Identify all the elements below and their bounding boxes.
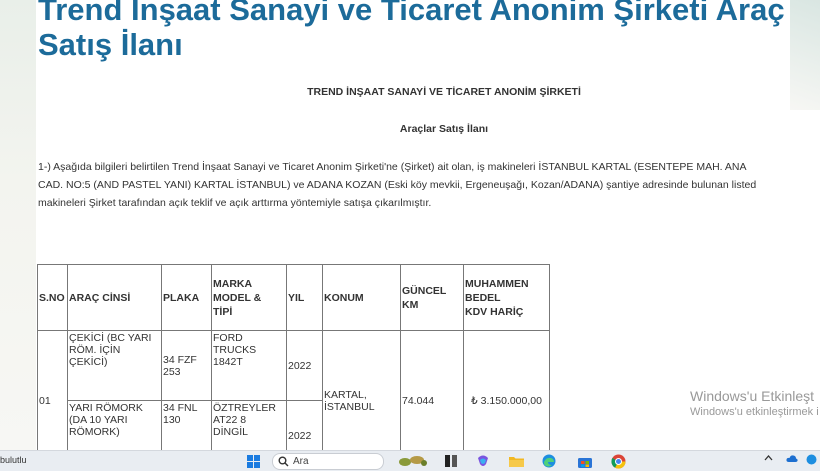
edge-tray[interactable] [806,454,817,467]
header-muhammen-bedel: MUHAMMEN BEDEL KDV HARİÇ [463,264,550,331]
copilot-button[interactable] [474,453,492,469]
header-plaka: PLAKA [161,264,212,331]
cell-line: RÖMORK) [69,426,120,438]
cell-line: YARI RÖMORK [69,402,143,414]
edge-browser-button[interactable] [540,453,558,469]
file-explorer-button[interactable] [507,453,525,469]
page-title: Trend İnşaat Sanayi ve Ticaret Anonim Şi… [38,0,820,62]
header-konum: KONUM [322,264,401,331]
cell-line: RÖM. İÇİN [69,344,121,356]
paragraph-line: 1-) Aşağıda bilgileri belirtilen Trend İ… [38,161,747,173]
search-highlight-icon[interactable] [396,453,430,469]
header-guncel-line: GÜNCEL [402,284,447,297]
cell-arac-cinsi: YARI RÖMORK (DA 10 YARI RÖMORK) [67,400,162,450]
header-yil: YIL [286,264,323,331]
cell-line: 34 FNL [163,402,198,414]
header-marka-line: TİPİ [213,305,233,318]
decorative-left-background [0,0,36,450]
header-bedel-line: MUHAMMEN [465,277,529,290]
cell-sno: 01 [37,330,68,450]
windows-logo-icon [246,454,260,468]
weather-widget[interactable]: bulutlu [0,455,27,465]
watermark-line: Windows'u etkinleştirmek i [690,406,819,418]
cell-line: AT22 8 [213,414,247,426]
header-marka: MARKA MODEL & TİPİ [211,264,287,331]
cell-line: FORD [213,332,243,344]
cell-yil: 2022 [286,330,323,401]
cell-line: DİNGİL [213,426,249,438]
header-bedel-line: BEDEL [465,291,501,304]
cell-line: (DA 10 YARI [69,414,128,426]
browser-tray-icon [806,454,817,465]
chrome-browser-button[interactable] [608,453,628,469]
cell-line: 34 FZF [163,353,197,366]
cell-line: TRUCKS [213,344,257,356]
cell-marka: FORD TRUCKS 1842T [211,330,287,401]
announcement-paragraph: 1-) Aşağıda bilgileri belirtilen Trend İ… [38,158,820,212]
cell-plaka: 34 FZF 253 [161,330,212,401]
cell-plaka: 34 FNL 130 [161,400,212,450]
store-icon [578,457,592,468]
vehicle-table: S.NO ARAÇ CİNSİ PLAKA MARKA MODEL & TİPİ… [37,264,550,450]
web-page: Trend İnşaat Sanayi ve Ticaret Anonim Şi… [0,0,820,450]
cell-line: ÇEKİCİ) [69,356,108,368]
cell-line: 253 [163,365,181,378]
watermark-line: Windows'u Etkinleşt [690,388,815,404]
copilot-icon [478,455,488,466]
cell-marka: ÖZTREYLER AT22 8 DİNGİL [211,400,287,450]
task-view-icon [445,455,457,467]
cell-km: 74.044 [400,330,464,450]
search-highlight-art-icon [399,456,427,466]
onedrive-tray[interactable] [786,454,798,465]
table-header-row: S.NO ARAÇ CİNSİ PLAKA MARKA MODEL & TİPİ… [37,264,550,331]
page-title-line2: Satış İlanı [38,27,183,62]
windows-activation-watermark: Windows'u Etkinleşt Windows'u etkinleşti… [690,388,819,418]
cell-line: ÖZTREYLER [213,402,277,414]
header-marka-line: MARKA [213,277,253,290]
header-guncel-line: KM [402,298,419,311]
cell-konum: KARTAL, İSTANBUL [322,330,401,450]
cell-line: ÇEKİCİ (BC YARI [69,332,152,344]
cell-line: İSTANBUL [324,400,375,413]
chrome-icon [610,454,626,469]
windows-taskbar: bulutlu Ara [0,450,820,471]
paragraph-line: makineleri Şirket tarafından açık teklif… [38,197,432,209]
start-button[interactable] [244,453,262,469]
cloud-icon [786,455,798,462]
chevron-up-icon [764,455,773,461]
store-button[interactable] [576,453,594,469]
task-view-button[interactable] [442,453,460,469]
cell-yil: 2022 [286,400,323,450]
header-sno: S.NO [37,264,68,331]
tray-overflow-button[interactable] [764,454,773,464]
taskbar-search[interactable]: Ara [272,453,384,470]
cell-bedel: ₺ 3.150.000,00 [463,330,550,450]
edge-icon [542,454,556,468]
folder-icon [508,457,524,467]
sub-heading: Araçlar Satış İlanı [399,123,489,135]
paragraph-line: CAD. NO:5 (AND PASTEL YANI) KARTAL İSTAN… [38,179,757,191]
page-title-line1: Trend İnşaat Sanayi ve Ticaret Anonim Şi… [38,0,785,27]
header-marka-line: MODEL & [213,291,262,304]
cell-arac-cinsi: ÇEKİCİ (BC YARI RÖM. İÇİN ÇEKİCİ) [67,330,162,401]
cell-line: 1842T [213,356,243,368]
header-bedel-line: KDV HARİÇ [465,305,524,318]
header-arac-cinsi: ARAÇ CİNSİ [67,264,162,331]
table-row: 01 ÇEKİCİ (BC YARI RÖM. İÇİN ÇEKİCİ) 34 … [37,330,550,450]
search-placeholder: Ara [293,456,309,467]
cell-line: 130 [163,414,181,426]
cell-line: KARTAL, [324,388,367,401]
search-icon [278,456,289,467]
header-guncel-km: GÜNCEL KM [400,264,464,331]
company-heading: TREND İNŞAAT SANAYİ VE TİCARET ANONİM Şİ… [307,86,581,98]
